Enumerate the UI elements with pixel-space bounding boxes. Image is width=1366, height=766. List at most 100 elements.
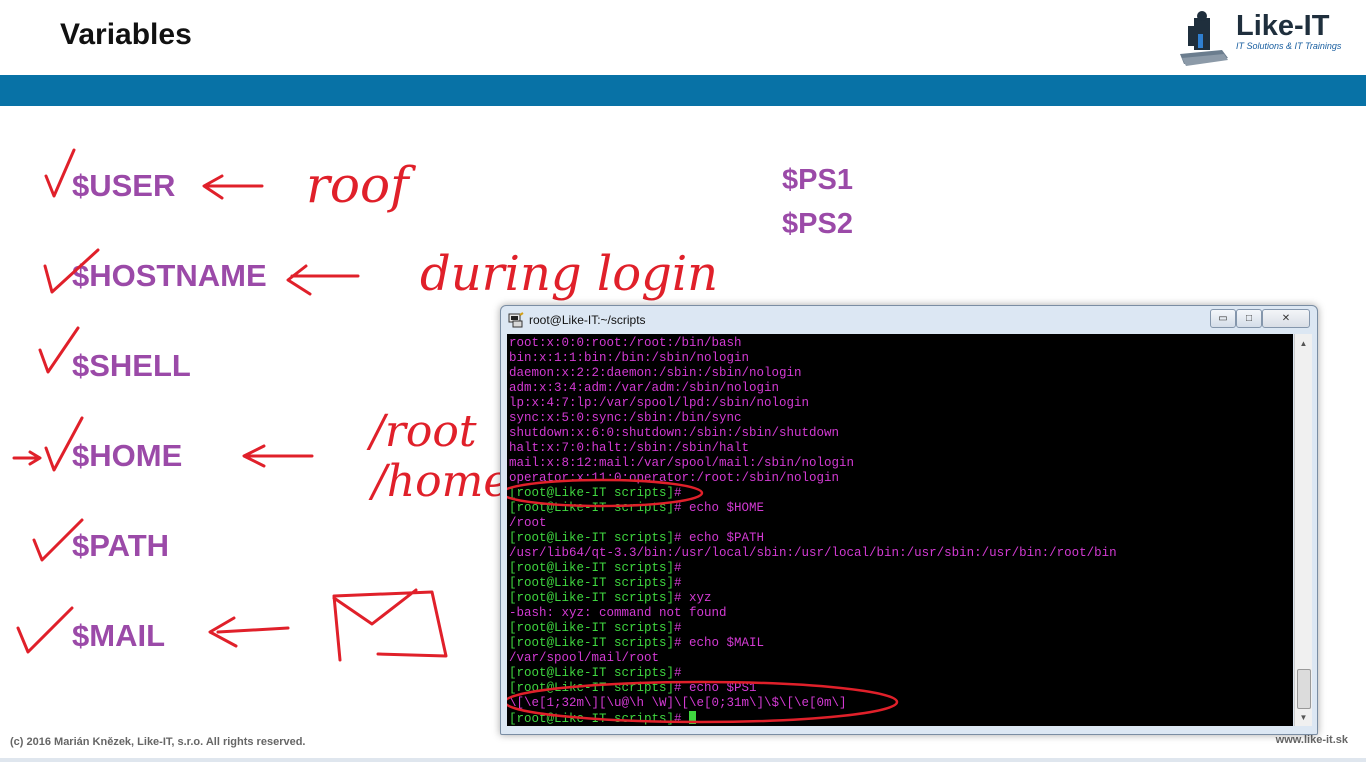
shell-prompt: [root@Like-IT scripts] — [509, 681, 675, 695]
terminal-line: [root@Like-IT scripts]# — [509, 666, 1117, 681]
terminal-scrollbar[interactable]: ▲ ▼ — [1294, 334, 1312, 726]
footer-website[interactable]: www.like-it.sk — [1276, 734, 1348, 746]
output-text: halt:x:7:0:halt:/sbin:/sbin/halt — [509, 441, 750, 455]
terminal-line: [root@Like-IT scripts]# echo $PS1 — [509, 681, 1117, 696]
output-text: root:x:0:0:root:/root:/bin/bash — [509, 336, 742, 350]
minimize-button[interactable]: ▭ — [1210, 309, 1236, 328]
footer-copyright: (c) 2016 Marián Knězek, Like-IT, s.r.o. … — [10, 736, 306, 748]
terminal-line: halt:x:7:0:halt:/sbin:/sbin/halt — [509, 441, 1117, 456]
shell-command: # — [674, 486, 690, 500]
header-band — [0, 75, 1366, 106]
shell-prompt: [root@Like-IT scripts] — [509, 486, 675, 500]
arrow-left-icon — [286, 264, 360, 296]
logo-tagline: IT Solutions & IT Trainings — [1236, 41, 1342, 51]
shell-prompt: [root@Like-IT scripts] — [509, 561, 675, 575]
terminal-line: sync:x:5:0:sync:/sbin:/bin/sync — [509, 411, 1117, 426]
terminal-line: /var/spool/mail/root — [509, 651, 1117, 666]
terminal-line: [root@Like-IT scripts]# — [509, 561, 1117, 576]
terminal-line: -bash: xyz: command not found — [509, 606, 1117, 621]
envelope-icon — [332, 588, 448, 662]
annotation-user: roof — [306, 156, 416, 214]
var-home: $HOME — [72, 438, 183, 473]
output-text: mail:x:8:12:mail:/var/spool/mail:/sbin/n… — [509, 456, 855, 470]
output-text: bin:x:1:1:bin:/bin:/sbin/nologin — [509, 351, 750, 365]
shell-command: # — [674, 621, 682, 635]
shell-prompt: [root@Like-IT scripts] — [509, 501, 675, 515]
shell-command: # echo $PS1 — [674, 681, 757, 695]
terminal-line: [root@Like-IT scripts]# echo $PATH — [509, 531, 1117, 546]
shell-command: # — [674, 666, 682, 680]
text-cursor — [689, 711, 697, 724]
putty-icon — [508, 312, 524, 328]
window-title: root@Like-IT:~/scripts — [529, 313, 646, 327]
putty-window[interactable]: root@Like-IT:~/scripts ▭ □ ✕ root:x:0:0:… — [500, 305, 1318, 735]
terminal-line: [root@Like-IT scripts]# — [509, 486, 1117, 501]
shell-prompt: [root@Like-IT scripts] — [509, 576, 675, 590]
shell-prompt: [root@Like-IT scripts] — [509, 621, 675, 635]
shell-prompt: [root@Like-IT scripts] — [509, 531, 675, 545]
shell-prompt: [root@Like-IT scripts] — [509, 636, 675, 650]
var-ps2: $PS2 — [782, 208, 853, 240]
terminal-line: \[\e[1;32m\][\u@\h \W]\[\e[0;31m\]\$\[\e… — [509, 696, 1117, 711]
var-path: $PATH — [72, 528, 170, 563]
terminal-line: shutdown:x:6:0:shutdown:/sbin:/sbin/shut… — [509, 426, 1117, 441]
terminal-line: [root@Like-IT scripts]# — [509, 621, 1117, 636]
output-text: adm:x:3:4:adm:/var/adm:/sbin/nologin — [509, 381, 780, 395]
shell-command: # — [674, 576, 682, 590]
terminal-line: /usr/lib64/qt-3.3/bin:/usr/local/sbin:/u… — [509, 546, 1117, 561]
var-user: $USER — [72, 168, 176, 203]
slide-title: Variables — [60, 18, 192, 51]
terminal-output: root:x:0:0:root:/root:/bin/bash bin:x:1:1… — [509, 336, 1117, 726]
shell-command: # — [674, 561, 682, 575]
bottom-divider — [0, 758, 1366, 762]
shell-command: # echo $HOME — [674, 501, 765, 515]
terminal-screen[interactable]: root:x:0:0:root:/root:/bin/bash bin:x:1:1… — [507, 334, 1293, 726]
terminal-line: root:x:0:0:root:/root:/bin/bash — [509, 336, 1117, 351]
var-mail: $MAIL — [72, 618, 165, 653]
var-shell: $SHELL — [72, 348, 191, 383]
terminal-line: daemon:x:2:2:daemon:/sbin:/sbin/nologin — [509, 366, 1117, 381]
output-text: /usr/lib64/qt-3.3/bin:/usr/local/sbin:/u… — [509, 546, 1117, 560]
scrollbar-thumb[interactable] — [1297, 669, 1311, 709]
terminal-line: adm:x:3:4:adm:/var/adm:/sbin/nologin — [509, 381, 1117, 396]
arrow-left-icon — [208, 616, 290, 648]
arrow-left-icon — [202, 174, 264, 200]
close-button[interactable]: ✕ — [1262, 309, 1310, 328]
check-mark-icon — [16, 606, 74, 654]
output-text: sync:x:5:0:sync:/sbin:/bin/sync — [509, 411, 742, 425]
terminal-line: /root — [509, 516, 1117, 531]
var-hostname: $HOSTNAME — [72, 258, 267, 293]
scroll-down-icon[interactable]: ▼ — [1296, 710, 1311, 725]
terminal-line: [root@Like-IT scripts]# echo $HOME — [509, 501, 1117, 516]
output-text: operator:x:11:0:operator:/root:/sbin/nol… — [509, 471, 840, 485]
shell-prompt: [root@Like-IT scripts] — [509, 666, 675, 680]
shell-command: # — [674, 712, 690, 726]
arrow-right-icon — [12, 450, 42, 466]
var-ps1: $PS1 — [782, 164, 853, 196]
maximize-button[interactable]: □ — [1236, 309, 1262, 328]
terminal-line: lp:x:4:7:lp:/var/spool/lpd:/sbin/nologin — [509, 396, 1117, 411]
annotation-hostname: during login — [420, 246, 718, 302]
output-text: \[\e[1;32m\][\u@\h \W]\[\e[0;31m\]\$\[\e… — [509, 696, 847, 710]
terminal-line: operator:x:11:0:operator:/root:/sbin/nol… — [509, 471, 1117, 486]
output-text: /root — [509, 516, 547, 530]
shell-prompt: [root@Like-IT scripts] — [509, 712, 675, 726]
terminal-line: [root@Like-IT scripts]# xyz — [509, 591, 1117, 606]
window-titlebar[interactable]: root@Like-IT:~/scripts ▭ □ ✕ — [501, 306, 1317, 334]
arrow-left-icon — [242, 444, 314, 468]
output-text: /var/spool/mail/root — [509, 651, 660, 665]
scroll-up-icon[interactable]: ▲ — [1296, 336, 1311, 351]
annotation-home-home: /home — [368, 456, 509, 507]
output-text: lp:x:4:7:lp:/var/spool/lpd:/sbin/nologin — [509, 396, 810, 410]
shell-prompt: [root@Like-IT scripts] — [509, 591, 675, 605]
shell-command: # echo $PATH — [674, 531, 765, 545]
shell-command: # echo $MAIL — [674, 636, 765, 650]
terminal-line: [root@Like-IT scripts]# — [509, 711, 1117, 726]
terminal-line: [root@Like-IT scripts]# — [509, 576, 1117, 591]
output-text: daemon:x:2:2:daemon:/sbin:/sbin/nologin — [509, 366, 802, 380]
logo-person-icon — [1180, 11, 1228, 66]
output-text: -bash: xyz: command not found — [509, 606, 727, 620]
check-mark-icon — [44, 148, 76, 198]
shell-command: # xyz — [674, 591, 712, 605]
terminal-line: bin:x:1:1:bin:/bin:/sbin/nologin — [509, 351, 1117, 366]
